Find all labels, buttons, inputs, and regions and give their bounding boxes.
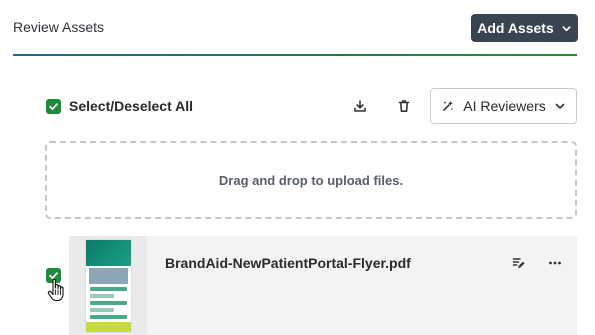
asset-row[interactable]: BrandAid-NewPatientPortal-Flyer.pdf <box>69 236 577 335</box>
ai-sparkle-icon <box>443 100 454 111</box>
add-assets-button[interactable]: Add Assets <box>471 14 578 42</box>
review-assets-panel: Review Assets Add Assets Select/Deselect… <box>0 0 595 335</box>
checkbox-checked[interactable] <box>46 98 61 114</box>
asset-filename[interactable]: BrandAid-NewPatientPortal-Flyer.pdf <box>165 255 411 271</box>
asset-thumbnail[interactable] <box>69 236 147 335</box>
download-icon <box>354 100 366 112</box>
pointer-hand-cursor-icon <box>47 279 64 302</box>
ai-reviewers-dropdown[interactable]: AI Reviewers <box>430 88 577 124</box>
select-all-label: Select/Deselect All <box>69 98 193 114</box>
edit-review-button[interactable] <box>509 253 529 273</box>
edit-note-icon <box>512 258 525 268</box>
ai-reviewers-label: AI Reviewers <box>463 98 546 114</box>
page-title: Review Assets <box>13 19 105 35</box>
chevron-down-icon <box>555 103 565 109</box>
upload-dropzone[interactable]: Drag and drop to upload files. <box>45 141 577 219</box>
pdf-preview-image <box>85 239 132 333</box>
select-all-checkbox[interactable]: Select/Deselect All <box>46 98 193 114</box>
header-divider <box>13 54 577 56</box>
delete-button[interactable] <box>393 95 415 117</box>
checkmark-icon <box>49 102 58 110</box>
download-button[interactable] <box>349 95 371 117</box>
chevron-down-icon <box>562 25 571 31</box>
dropzone-text: Drag and drop to upload files. <box>218 172 404 188</box>
more-options-button[interactable] <box>545 253 565 273</box>
trash-icon <box>398 100 410 112</box>
add-assets-label: Add Assets <box>477 20 554 36</box>
more-horizontal-icon <box>549 261 561 265</box>
